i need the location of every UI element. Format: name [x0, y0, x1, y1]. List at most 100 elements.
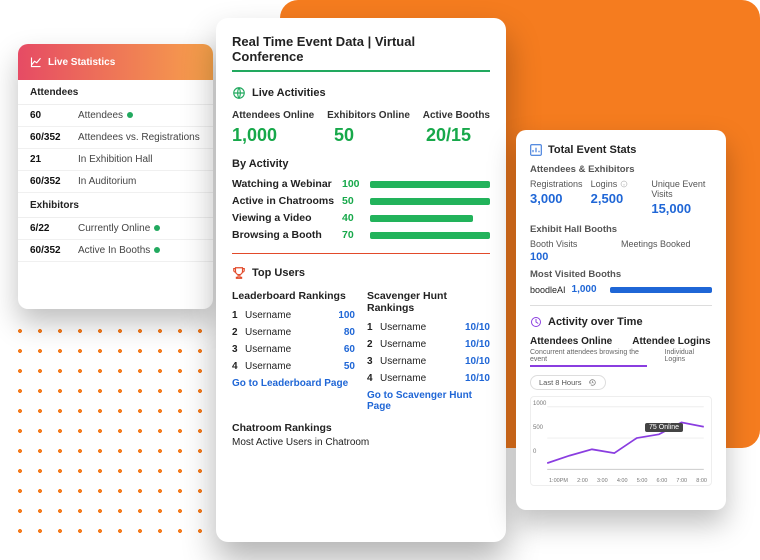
rank-user: Username	[380, 373, 460, 384]
stat-cell: Unique Event Visits15,000	[651, 179, 712, 216]
activity-bar	[370, 232, 490, 239]
chatroom-rankings-title: Chatroom Rankings	[232, 422, 490, 434]
rank-score: 60	[344, 344, 355, 355]
live-statistics-header: Live Statistics	[18, 44, 213, 80]
trophy-icon	[232, 266, 246, 280]
stat-row: 60/352In Auditorium	[18, 171, 213, 193]
tab-sub-individual: Individual Logins	[665, 349, 712, 367]
activity-value: 70	[342, 229, 370, 241]
rank-score: 10/10	[465, 322, 490, 333]
stat-value: 60/352	[30, 132, 78, 143]
time-range-label: Last 8 Hours	[539, 378, 582, 387]
live-activities-section: Live Activities Attendees Online Exhibit…	[232, 86, 490, 241]
online-dot-icon	[154, 225, 160, 231]
rank-user: Username	[245, 361, 339, 372]
tab-sub-concurrent: Concurrent attendees browsing the event	[530, 349, 647, 367]
rank-number: 4	[367, 373, 375, 384]
rank-row: 1Username100	[232, 310, 355, 321]
rank-score: 10/10	[465, 339, 490, 350]
scavenger-column: Scavenger Hunt Rankings 1Username10/102U…	[367, 290, 490, 412]
info-icon	[620, 180, 628, 188]
rank-row: 4Username50	[232, 361, 355, 372]
rank-number: 2	[367, 339, 375, 350]
tab-attendee-logins[interactable]: Attendee Logins	[632, 336, 710, 347]
online-dot-icon	[154, 247, 160, 253]
stat-cell-value: 2,500	[591, 191, 652, 206]
activity-over-time-title: Activity over Time	[548, 316, 643, 328]
rank-score: 50	[344, 361, 355, 372]
stat-value: 6/22	[30, 223, 78, 234]
stat-cell: Logins 2,500	[591, 179, 652, 216]
chatroom-rankings-sub: Most Active Users in Chatroom	[232, 437, 490, 448]
val-active-booths: 20/15	[426, 125, 490, 146]
total-event-stats-title: Total Event Stats	[548, 144, 636, 156]
stat-label: Currently Online	[78, 223, 201, 234]
live-statistics-card: Live Statistics Attendees 60Attendees60/…	[18, 44, 213, 309]
stat-row: 6/22Currently Online	[18, 218, 213, 240]
tab-attendees-online[interactable]: Attendees Online	[530, 336, 612, 347]
globe-icon	[232, 86, 246, 100]
activity-row: Watching a Webinar100	[232, 178, 490, 190]
most-visited-label: Most Visited Booths	[530, 269, 712, 280]
stat-value: 60/352	[30, 176, 78, 187]
stat-label: Attendees	[78, 110, 201, 121]
attendees-heading: Attendees	[18, 80, 213, 105]
leaderboard-title: Leaderboard Rankings	[232, 290, 355, 302]
stat-label: Attendees vs. Registrations	[78, 132, 201, 143]
rank-number: 3	[367, 356, 375, 367]
online-dot-icon	[127, 112, 133, 118]
rank-number: 1	[367, 322, 375, 333]
stat-cell: Meetings Booked	[621, 239, 712, 263]
time-range-pill[interactable]: Last 8 Hours	[530, 375, 606, 390]
page-title: Real Time Event Data | Virtual Conferenc…	[232, 34, 490, 64]
activity-value: 100	[342, 178, 370, 190]
rank-row: 4 Username 10/10	[367, 373, 490, 384]
activity-label: Watching a Webinar	[232, 178, 342, 190]
stat-cell-label: Meetings Booked	[621, 239, 712, 249]
rank-row: 3Username60	[232, 344, 355, 355]
activity-label: Active in Chatrooms	[232, 195, 342, 207]
rank-user: Username	[380, 322, 460, 333]
rank-row: 2Username80	[232, 327, 355, 338]
activity-label: Browsing a Booth	[232, 229, 342, 241]
stat-cell: Booth Visits100	[530, 239, 621, 263]
stat-row: 60Attendees	[18, 105, 213, 127]
live-activities-heading: Live Activities	[252, 87, 326, 99]
stat-value: 60	[30, 110, 78, 121]
activity-row: Viewing a Video40	[232, 212, 490, 224]
stat-cell-label: Registrations	[530, 179, 591, 189]
activity-value: 50	[342, 195, 370, 207]
live-statistics-title: Live Statistics	[48, 57, 115, 68]
scavenger-link[interactable]: Go to Scavenger Hunt Page	[367, 390, 490, 412]
stat-label: In Exhibition Hall	[78, 154, 201, 165]
leaderboard-link[interactable]: Go to Leaderboard Page	[232, 378, 355, 389]
col-attendees-online: Attendees Online	[232, 110, 314, 121]
stat-cell-label: Unique Event Visits	[651, 179, 712, 199]
stat-row: 21In Exhibition Hall	[18, 149, 213, 171]
rank-number: 3	[232, 344, 240, 355]
rank-number: 1	[232, 310, 240, 321]
rank-score: 10/10	[465, 373, 490, 384]
rank-user: Username	[380, 339, 460, 350]
chart-svg	[531, 397, 711, 485]
total-event-stats-card: Total Event Stats Attendees & Exhibitors…	[516, 130, 726, 510]
col-active-booths: Active Booths	[423, 110, 490, 121]
stat-row: 60/352Attendees vs. Registrations	[18, 127, 213, 149]
rank-user: Username	[380, 356, 460, 367]
top-users-section: Top Users Leaderboard Rankings 1Username…	[232, 266, 490, 448]
activity-bar	[370, 215, 473, 222]
activity-value: 40	[342, 212, 370, 224]
rank-score: 100	[338, 310, 355, 321]
activity-bar	[370, 181, 490, 188]
most-visited-value: 1,000	[572, 284, 604, 295]
activity-chart: 1000 500 0 75 Online 1:00PM2:003:004:005…	[530, 396, 712, 486]
rank-score: 10/10	[465, 356, 490, 367]
exhibitors-heading: Exhibitors	[18, 193, 213, 218]
by-activity-heading: By Activity	[232, 158, 490, 170]
stat-cell-value: 3,000	[530, 191, 591, 206]
rank-score: 80	[344, 327, 355, 338]
stat-value: 60/352	[30, 245, 78, 256]
activity-bar	[370, 198, 490, 205]
activity-label: Viewing a Video	[232, 212, 342, 224]
most-visited-bar	[610, 287, 712, 293]
